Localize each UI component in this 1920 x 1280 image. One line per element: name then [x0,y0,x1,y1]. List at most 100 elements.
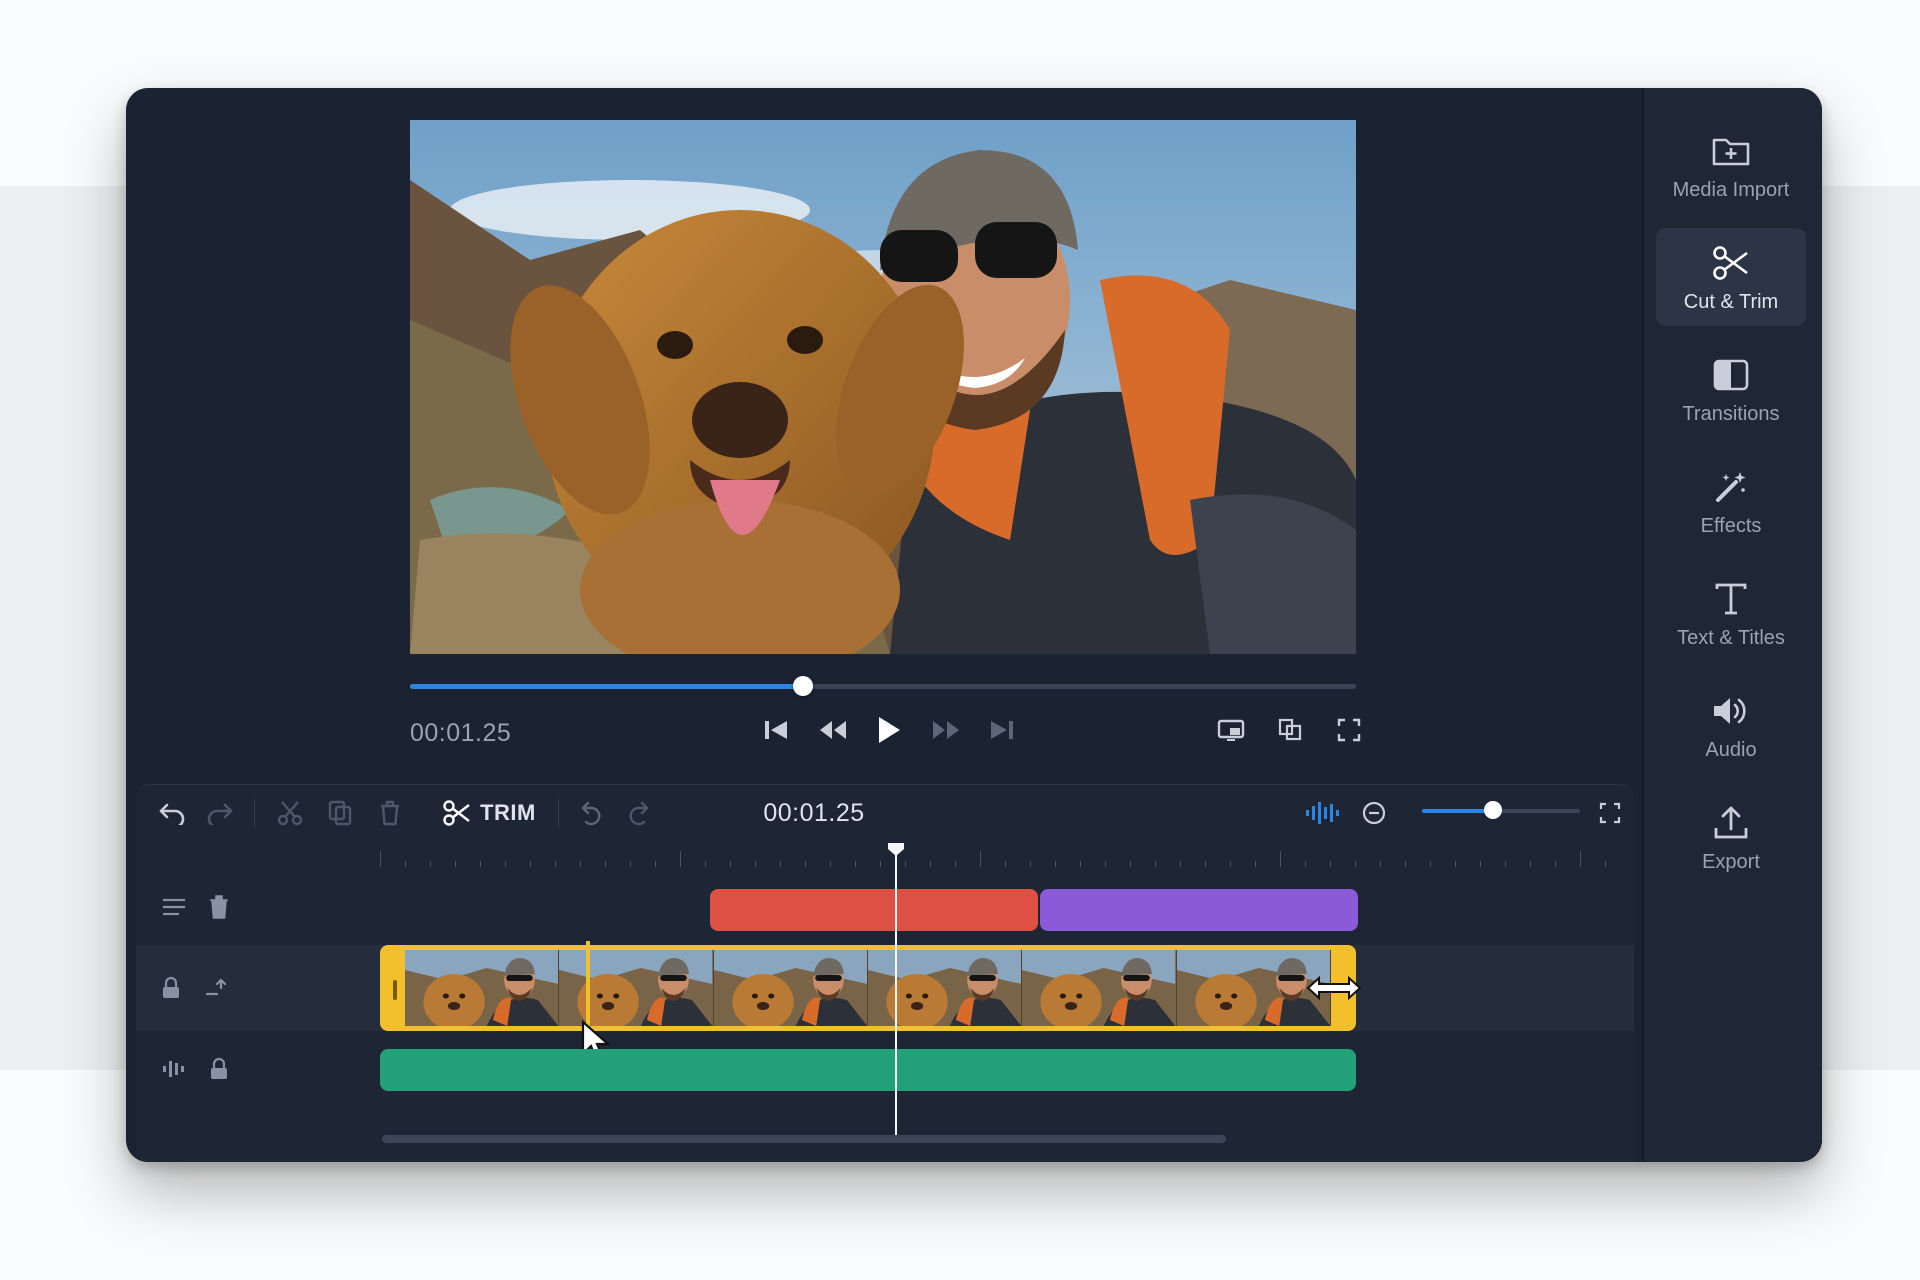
scissors-icon [443,800,470,826]
zoom-slider[interactable] [1422,801,1580,819]
undo-button[interactable] [154,793,190,833]
cut-button[interactable] [272,793,308,833]
ruler-tick [1005,861,1006,867]
video-preview[interactable] [410,120,1356,654]
menu-icon[interactable] [161,896,187,918]
sidebar-item-label: Text & Titles [1677,626,1785,649]
ruler-tick [705,861,706,867]
timeline-horizontal-scrollbar[interactable] [382,1135,1226,1143]
ruler-tick [1230,861,1231,867]
ruler-tick [880,861,881,867]
audio-clip[interactable] [380,1049,1356,1091]
ruler-tick [1555,861,1556,867]
overlay-clip-purple[interactable] [1040,889,1358,931]
sidebar-item-label: Export [1702,850,1760,873]
ruler-tick [955,861,956,867]
overlay-clip-red[interactable] [710,889,1038,931]
trim-handle-left[interactable] [385,950,405,1026]
video-track [136,941,1634,1062]
video-editor-window: 00:01.25 Media Import Cut & Trim Transit… [126,88,1822,1162]
sidebar-item-cut-trim[interactable]: Cut & Trim [1656,228,1806,326]
overlay-track [136,881,1634,933]
zoom-out-button[interactable] [1356,793,1392,833]
ruler-tick [455,861,456,867]
skip-start-button[interactable] [754,708,798,752]
text-icon [1715,583,1747,614]
copy-button[interactable] [322,793,358,833]
clip-thumbnail [559,950,714,1026]
redo-button[interactable] [202,793,238,833]
step-forward-button[interactable] [620,793,656,833]
aspect-ratio-icon [1278,718,1302,741]
sidebar-item-effects[interactable]: Effects [1656,452,1806,550]
sidebar-item-audio[interactable]: Audio [1656,676,1806,774]
ruler-tick [430,861,431,867]
resize-cursor-icon [1306,975,1362,1001]
zoom-out-icon [1362,801,1386,825]
ruler-tick [1455,861,1456,867]
play-button[interactable] [867,708,911,752]
sidebar-item-transitions[interactable]: Transitions [1656,340,1806,438]
scissors-icon [277,801,303,826]
ruler-tick [905,861,906,867]
tools-sidebar: Media Import Cut & Trim Transitions Effe… [1642,88,1822,1162]
timeline-fit-button[interactable] [1594,793,1626,833]
aspect-ratio-button[interactable] [1271,711,1309,749]
ruler-tick [1105,861,1106,867]
timeline-ruler[interactable] [254,843,1634,873]
trash-icon[interactable] [208,894,230,920]
ruler-tick [805,861,806,867]
clip-thumbnail [867,950,1023,1026]
sidebar-item-export[interactable]: Export [1656,788,1806,886]
ruler-tick [830,861,831,867]
delete-button[interactable] [372,793,408,833]
link-icon[interactable] [203,976,229,1000]
trash-icon [381,800,399,826]
folder-plus-icon [1712,138,1750,165]
ruler-tick [1280,851,1281,867]
skip-end-button[interactable] [980,708,1024,752]
ruler-tick [1155,861,1156,867]
ruler-tick [1305,861,1306,867]
ruler-tick [1030,861,1031,867]
step-back-button[interactable] [574,793,610,833]
ruler-tick [1355,861,1356,867]
sidebar-item-label: Audio [1705,738,1757,761]
sidebar-item-label: Transitions [1682,402,1780,425]
ruler-tick [680,851,681,867]
video-clip[interactable] [380,945,1356,1031]
audio-waveform-toggle[interactable] [1302,793,1342,833]
trim-button[interactable]: TRIM [434,793,544,833]
ruler-tick [505,861,506,867]
preview-time: 00:01.25 [410,719,512,747]
progress-knob[interactable] [792,676,813,696]
zoom-fill [1422,809,1494,813]
playhead-handle[interactable] [886,841,906,857]
toolbar-divider [558,799,559,827]
track-header [136,881,254,933]
preview-progress-bar[interactable] [410,676,1356,696]
waveform-icon [1306,802,1339,824]
waveform-icon[interactable] [161,1057,187,1081]
fullscreen-button[interactable] [1330,711,1368,749]
picture-in-picture-button[interactable] [1212,711,1250,749]
preview-area: 00:01.25 [126,88,1634,774]
transport-controls [754,708,1024,752]
lock-icon[interactable] [161,976,181,1000]
playhead-line[interactable] [895,847,897,1137]
fast-forward-button[interactable] [924,708,968,752]
sidebar-item-media-import[interactable]: Media Import [1656,116,1806,214]
magic-wand-icon [1716,471,1746,502]
clip-thumbnail [1022,950,1177,1026]
lock-icon[interactable] [209,1057,229,1081]
sidebar-item-text-titles[interactable]: Text & Titles [1656,564,1806,662]
rewind-button[interactable] [811,708,855,752]
redo-icon [207,803,233,825]
zoom-knob[interactable] [1484,801,1503,819]
upload-icon [1714,806,1748,838]
ruler-tick [1330,861,1331,867]
ruler-tick [780,861,781,867]
ruler-tick [930,861,931,867]
audio-track [136,1043,1634,1095]
ruler-tick [1480,861,1481,867]
